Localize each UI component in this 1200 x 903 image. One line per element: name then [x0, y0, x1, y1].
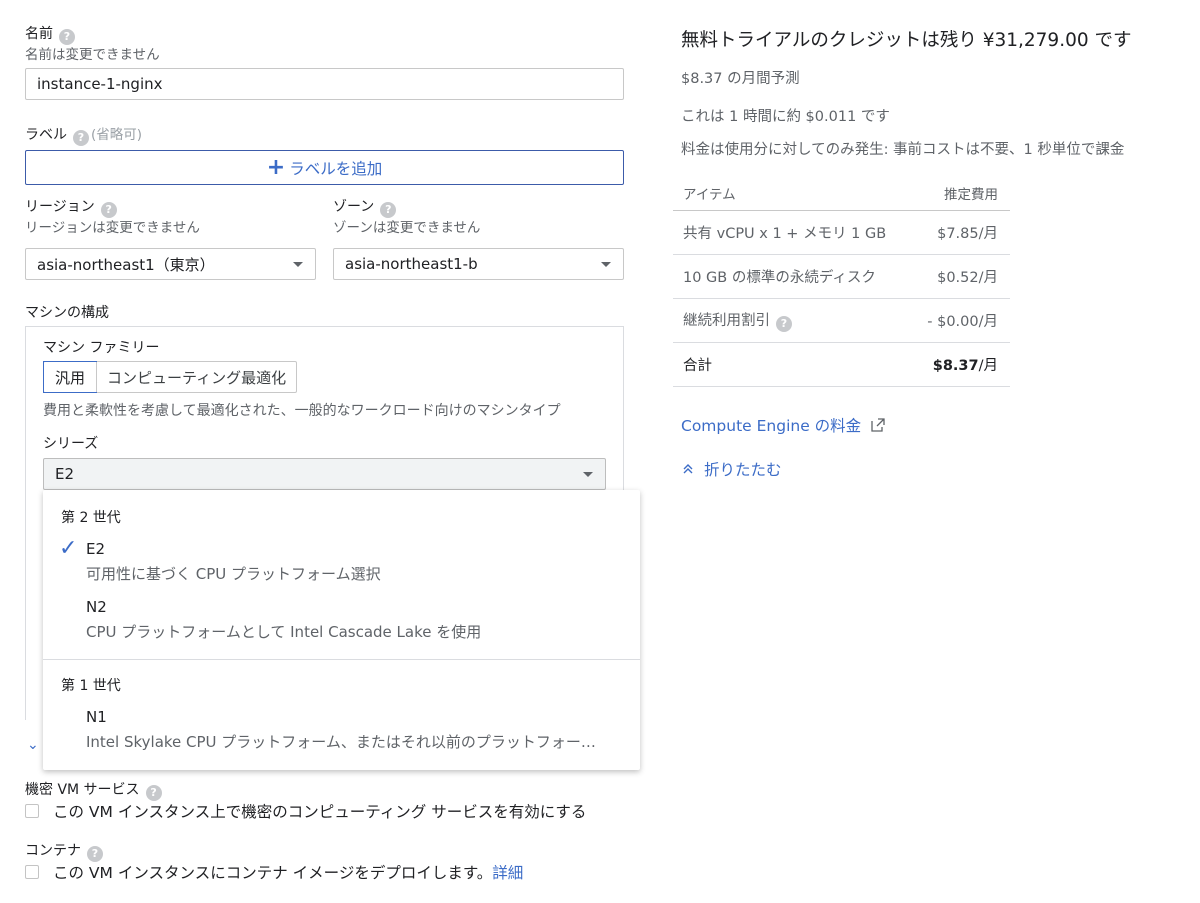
help-icon[interactable]: ? [73, 130, 89, 146]
table-row-total: 合計 $8.37/月 [673, 343, 1010, 387]
series-select[interactable]: E2 [43, 458, 606, 490]
zone-select[interactable]: asia-northeast1-b [333, 248, 624, 280]
zone-sub: ゾーンは変更できません [333, 220, 481, 236]
gen2-header: 第 2 世代 [61, 510, 121, 526]
help-icon[interactable]: ? [776, 316, 792, 332]
machine-family-desc: 費用と柔軟性を考慮して最適化された、一般的なワークロード向けのマシンタイプ [43, 403, 561, 419]
tab-general-purpose[interactable]: 汎用 [43, 361, 98, 393]
region-sub: リージョンは変更できません [25, 220, 200, 236]
confidential-vm-checkbox[interactable] [25, 804, 39, 818]
machine-family-label: マシン ファミリー [43, 340, 160, 356]
machine-family-tabs: 汎用 コンピューティング最適化 [43, 361, 298, 393]
region-label: リージョン? [25, 196, 117, 218]
series-option-e2[interactable]: ✓ E2 可用性に基づく CPU プラットフォーム選択 [43, 530, 640, 588]
chevron-up-double-icon [683, 464, 693, 474]
name-input[interactable]: instance-1-nginx [25, 68, 624, 100]
container-label: コンテナ? [25, 840, 103, 862]
expand-icon[interactable]: ⌄ [27, 737, 39, 753]
series-label: シリーズ [43, 436, 99, 452]
details-link[interactable]: 詳細 [492, 861, 523, 883]
external-link-icon [871, 418, 885, 432]
series-dropdown: 第 2 世代 ✓ E2 可用性に基づく CPU プラットフォーム選択 N2 CP… [43, 490, 640, 770]
name-label: 名前? [25, 23, 75, 45]
series-option-n1[interactable]: N1 Intel Skylake CPU プラットフォーム、またはそれ以前のプラ… [43, 700, 640, 762]
chevron-down-icon [583, 471, 593, 477]
confidential-vm-row: この VM インスタンス上で機密のコンピューティング サービスを有効にする [25, 800, 586, 822]
table-row: 継続利用割引? - $0.00/月 [673, 299, 1010, 343]
cost-table: アイテム 推定費用 共有 vCPU x 1 + メモリ 1 GB $7.85/月… [673, 176, 1010, 387]
region-select[interactable]: asia-northeast1（東京） [25, 248, 316, 280]
gen1-header: 第 1 世代 [61, 678, 121, 694]
labels-label: ラベル? (省略可) [25, 127, 143, 146]
container-checkbox[interactable] [25, 865, 39, 879]
divider [43, 659, 640, 660]
credit-text: 無料トライアルのクレジットは残り ¥31,279.00 です [681, 30, 1132, 51]
table-row: 10 GB の標準の永続ディスク $0.52/月 [673, 255, 1010, 299]
confidential-vm-label: 機密 VM サービス? [25, 779, 162, 801]
tab-compute-optimized[interactable]: コンピューティング最適化 [96, 362, 296, 392]
add-label-button[interactable]: + ラベルを追加 [25, 150, 624, 185]
hourly-estimate: これは 1 時間に約 $0.011 です [681, 109, 890, 125]
plus-icon: + [266, 154, 286, 180]
series-option-n2[interactable]: N2 CPU プラットフォームとして Intel Cascade Lake を使… [43, 590, 640, 648]
zone-label: ゾーン? [333, 196, 397, 218]
chevron-down-icon [601, 261, 611, 267]
collapse-button[interactable]: 折りたたむ [682, 458, 782, 480]
check-icon: ✓ [59, 536, 78, 561]
help-icon[interactable]: ? [87, 846, 103, 862]
billing-note: 料金は使用分に対してのみ発生: 事前コストは不要、1 秒単位で課金 [681, 142, 1125, 158]
help-icon[interactable]: ? [145, 785, 162, 801]
cost-table-header: アイテム 推定費用 [673, 176, 1010, 211]
name-sub: 名前は変更できません [25, 47, 160, 63]
container-row: この VM インスタンスにコンテナ イメージをデプロイします。 詳細 [25, 861, 523, 883]
machine-config-label: マシンの構成 [25, 305, 109, 321]
chevron-down-icon [293, 261, 303, 267]
monthly-estimate: $8.37 の月間予測 [681, 71, 800, 87]
pricing-link[interactable]: Compute Engine の料金 [681, 414, 886, 436]
table-row: 共有 vCPU x 1 + メモリ 1 GB $7.85/月 [673, 211, 1010, 255]
